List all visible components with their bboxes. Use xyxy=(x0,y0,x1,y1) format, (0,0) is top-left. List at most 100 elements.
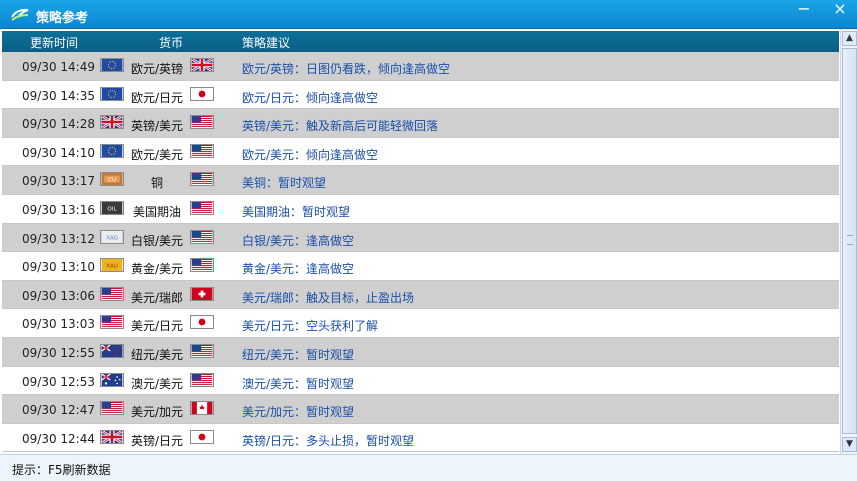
row-suggestion-link[interactable]: 美国期油：暂时观望 xyxy=(242,203,350,220)
jp-flag xyxy=(190,429,214,444)
us-flag xyxy=(190,344,214,358)
scroll-down-button[interactable]: ▼ xyxy=(842,437,857,452)
row-suggestion-link[interactable]: 白银/美元：逢高做空 xyxy=(242,232,354,249)
strategy-table: 更新时间 货币 策略建议 09/30 14:49 欧元/英镑 欧元/英镑：日图仍看跌… xyxy=(2,31,839,452)
table-row[interactable]: 09/30 13:12 XAG 白银/美元 白银/美元：逢高做空 xyxy=(2,223,839,253)
xag-icon: XAG xyxy=(100,229,124,244)
scroll-up-button[interactable]: ▲ xyxy=(842,31,857,46)
table-row[interactable]: 09/30 14:10 欧元/美元 欧元/美元：倾向逢高做空 xyxy=(2,137,839,167)
scroll-thumb[interactable] xyxy=(842,48,857,434)
app-logo-icon xyxy=(11,8,29,21)
row-time: 09/30 14:35 xyxy=(22,88,95,103)
svg-text:CU: CU xyxy=(108,178,116,184)
close-button[interactable]: × xyxy=(823,0,857,20)
svg-text:XAU: XAU xyxy=(106,264,118,270)
us-flag xyxy=(190,201,214,215)
au-flag xyxy=(100,372,124,387)
table-row[interactable]: 09/30 14:49 欧元/英镑 欧元/英镑：日图仍看跌，倾向逢高做空 xyxy=(2,52,839,81)
minimize-button[interactable]: − xyxy=(787,0,821,20)
us-flag xyxy=(190,258,214,273)
table-row[interactable]: 09/30 13:16 OIL 美国期油 美国期油：暂时观望 xyxy=(2,195,839,224)
row-pair: 美元/瑞郎 xyxy=(130,290,184,305)
row-time: 09/30 12:47 xyxy=(22,403,95,418)
us-flag xyxy=(190,372,214,387)
table-row[interactable]: 09/30 12:44 英镑/日元 英镑/日元：多头止损，暂时观望 xyxy=(2,423,839,452)
table-row[interactable]: 09/30 12:53 澳元/美元 澳元/美元：暂时观望 xyxy=(2,366,839,396)
jp-flag xyxy=(190,86,214,101)
eu-flag xyxy=(100,86,124,101)
row-suggestion-link[interactable]: 英镑/美元：触及新高后可能轻微回落 xyxy=(242,117,438,134)
ca-flag xyxy=(190,401,214,416)
row-time: 09/30 13:17 xyxy=(22,174,95,189)
row-pair: 白银/美元 xyxy=(130,233,184,248)
table-header: 更新时间 货币 策略建议 xyxy=(2,31,839,52)
row-time: 09/30 14:49 xyxy=(22,60,95,74)
uk-flag xyxy=(100,115,124,130)
ch-flag xyxy=(190,286,214,301)
row-time: 09/30 12:44 xyxy=(22,431,95,446)
svg-text:OIL: OIL xyxy=(107,207,117,213)
window-title: 策略参考 xyxy=(36,11,89,26)
row-pair: 美国期油 xyxy=(132,205,181,219)
header-time[interactable]: 更新时间 xyxy=(30,34,78,51)
row-suggestion-link[interactable]: 澳元/美元：暂时观望 xyxy=(242,375,354,392)
row-time: 09/30 12:55 xyxy=(22,346,95,360)
row-suggestion-link[interactable]: 英镑/日元：多头止损，暂时观望 xyxy=(242,432,414,449)
row-time: 09/30 13:03 xyxy=(22,317,95,332)
row-time: 09/30 12:53 xyxy=(22,374,95,389)
table-row[interactable]: 09/30 13:06 美元/瑞郎 美元/瑞郎：触及目标，止盈出场 xyxy=(2,280,839,310)
row-pair: 英镑/日元 xyxy=(130,433,184,448)
row-pair: 欧元/英镑 xyxy=(130,62,184,76)
table-row[interactable]: 09/30 13:03 美元/日元 美元/日元：空头获利了解 xyxy=(2,309,839,338)
row-time: 09/30 14:28 xyxy=(22,117,95,132)
table-body: 09/30 14:49 欧元/英镑 欧元/英镑：日图仍看跌，倾向逢高做空 09/30 … xyxy=(2,52,839,452)
table-row[interactable]: 09/30 14:28 英镑/美元 英镑/美元：触及新高后可能轻微回落 xyxy=(2,109,839,138)
xau-icon: XAU xyxy=(100,258,124,273)
row-suggestion-link[interactable]: 美元/瑞郎：触及目标，止盈出场 xyxy=(242,289,414,306)
row-suggestion-link[interactable]: 欧元/英镑：日图仍看跌，倾向逢高做空 xyxy=(242,60,450,77)
row-time: 09/30 14:10 xyxy=(22,145,95,160)
row-suggestion-link[interactable]: 欧元/日元：倾向逢高做空 xyxy=(242,89,378,106)
uk-flag xyxy=(100,429,124,444)
row-pair: 黄金/美元 xyxy=(130,262,184,277)
header-currency[interactable]: 货币 xyxy=(159,34,183,51)
nz-flag xyxy=(100,344,124,358)
row-pair: 澳元/美元 xyxy=(130,376,184,391)
table-row[interactable]: 09/30 14:35 欧元/日元 欧元/日元：倾向逢高做空 xyxy=(2,80,839,110)
us-flag xyxy=(190,172,214,187)
row-suggestion-link[interactable]: 纽元/美元：暂时观望 xyxy=(242,346,354,363)
row-pair: 英镑/美元 xyxy=(130,119,184,134)
us-flag xyxy=(190,143,214,158)
table-row[interactable]: 09/30 12:47 美元/加元 美元/加元：暂时观望 xyxy=(2,395,839,424)
row-suggestion-link[interactable]: 美元/日元：空头获利了解 xyxy=(242,317,378,334)
status-hint: 提示：F5刷新数据 xyxy=(12,463,111,477)
row-pair: 欧元/美元 xyxy=(130,147,184,162)
oil-icon: OIL xyxy=(100,201,124,215)
us-flag xyxy=(190,115,214,130)
row-time: 09/30 13:16 xyxy=(22,203,95,217)
row-suggestion-link[interactable]: 欧元/美元：倾向逢高做空 xyxy=(242,146,378,163)
table-row[interactable]: 09/30 13:10 XAU 黄金/美元 黄金/美元：逢高做空 xyxy=(2,252,839,281)
row-suggestion-link[interactable]: 黄金/美元：逢高做空 xyxy=(242,260,354,277)
status-bar: 提示：F5刷新数据 xyxy=(0,454,857,481)
scroll-grip-icon xyxy=(847,235,853,245)
row-pair: 欧元/日元 xyxy=(130,90,184,105)
row-pair: 美元/加元 xyxy=(130,405,184,420)
row-time: 09/30 13:10 xyxy=(22,260,95,275)
row-pair: 纽元/美元 xyxy=(130,348,184,362)
title-bar: 策略参考 − × xyxy=(0,0,857,29)
table-row[interactable]: 09/30 12:55 纽元/美元 纽元/美元：暂时观望 xyxy=(2,338,839,367)
uk-flag xyxy=(190,57,214,73)
vertical-scrollbar[interactable]: ▲ ▼ xyxy=(840,29,857,454)
us-flag xyxy=(100,315,124,330)
row-pair: 美元/日元 xyxy=(130,319,184,334)
svg-text:XAG: XAG xyxy=(106,235,118,241)
eu-flag xyxy=(100,58,124,72)
row-time: 09/30 13:06 xyxy=(22,288,95,303)
header-suggestion[interactable]: 策略建议 xyxy=(242,34,290,51)
row-suggestion-link[interactable]: 美元/加元：暂时观望 xyxy=(242,403,354,420)
row-suggestion-link[interactable]: 美铜：暂时观望 xyxy=(242,174,326,191)
row-pair: 铜 xyxy=(150,176,163,191)
us-flag xyxy=(190,229,214,244)
table-row[interactable]: 09/30 13:17 CU 铜 美铜：暂时观望 xyxy=(2,166,839,195)
